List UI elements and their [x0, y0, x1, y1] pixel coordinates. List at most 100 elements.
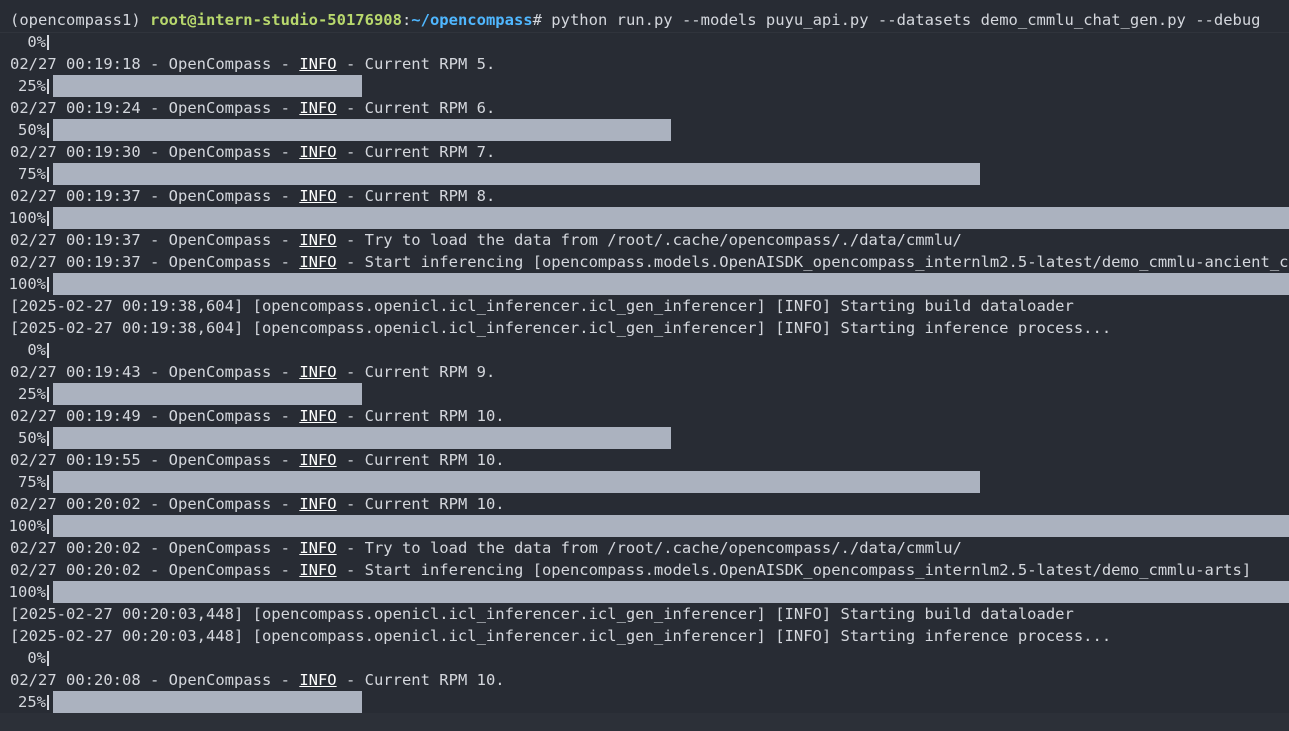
log-separator: -: [140, 253, 169, 271]
log-source: OpenCompass: [168, 363, 272, 381]
log-separator: -: [271, 363, 300, 381]
log-level: INFO: [299, 231, 337, 249]
log-line: 02/27 00:19:55 - OpenCompass - INFO - Cu…: [0, 449, 1289, 471]
progress-percent: 25%: [18, 693, 46, 711]
log-timestamp: 02/27 00:19:30: [10, 143, 141, 161]
log-level: INFO: [299, 671, 337, 689]
plain-output-line: [2025-02-27 00:20:03,448] [opencompass.o…: [0, 625, 1289, 647]
log-separator: -: [140, 407, 169, 425]
log-separator: -: [140, 187, 169, 205]
progress-bar-fill: [53, 471, 980, 493]
log-separator: -: [140, 561, 169, 579]
log-level: INFO: [299, 451, 337, 469]
log-separator: -: [336, 671, 365, 689]
log-separator: -: [271, 561, 300, 579]
log-level: INFO: [299, 253, 337, 271]
progress-line: 50%: [0, 119, 1289, 141]
log-line: 02/27 00:19:24 - OpenCompass - INFO - Cu…: [0, 97, 1289, 119]
log-source: OpenCompass: [168, 253, 272, 271]
log-separator: -: [140, 99, 169, 117]
log-separator: -: [271, 671, 300, 689]
progress-line: 100%: [0, 581, 1289, 603]
log-separator: -: [271, 495, 300, 513]
progress-bar: 25%: [0, 75, 1289, 97]
progress-line: 50%: [0, 427, 1289, 449]
log-separator: -: [140, 539, 169, 557]
progress-percent: 25%: [18, 77, 46, 95]
log-separator: -: [140, 451, 169, 469]
log-timestamp: 02/27 00:20:02: [10, 539, 141, 557]
log-source: OpenCompass: [168, 407, 272, 425]
progress-bar-fill: [53, 75, 362, 97]
log-separator: -: [336, 561, 365, 579]
progress-bar-fill: [53, 119, 671, 141]
progress-bar-fill: [53, 163, 980, 185]
progress-bar-start: [47, 35, 49, 50]
log-message: Current RPM 10.: [364, 671, 505, 689]
conda-env: (opencompass1): [10, 11, 150, 29]
log-separator: -: [336, 55, 365, 73]
output-text: [2025-02-27 00:20:03,448] [opencompass.o…: [10, 627, 1112, 645]
log-separator: -: [140, 143, 169, 161]
log-source: OpenCompass: [168, 187, 272, 205]
progress-bar-start: [47, 695, 49, 710]
log-source: OpenCompass: [168, 99, 272, 117]
log-message: Current RPM 10.: [364, 407, 505, 425]
progress-line: 25%: [0, 75, 1289, 97]
log-separator: -: [336, 539, 365, 557]
progress-bar: 0%: [0, 647, 1289, 669]
progress-percent: 0%: [27, 33, 46, 51]
progress-bar-start: [47, 343, 49, 358]
progress-bar-start: [47, 651, 49, 666]
progress-line: 25%: [0, 383, 1289, 405]
user-host: root@intern-studio-50176908: [149, 11, 402, 29]
progress-bar-fill: [53, 515, 1289, 537]
terminal-window[interactable]: (opencompass1) root@intern-studio-501769…: [0, 0, 1289, 731]
log-separator: -: [336, 187, 365, 205]
log-separator: -: [271, 407, 300, 425]
progress-line: 100%: [0, 273, 1289, 295]
progress-bar: 100%: [0, 581, 1289, 603]
progress-bar-start: [47, 277, 49, 292]
log-message: Current RPM 5.: [364, 55, 496, 73]
log-message: Current RPM 9.: [364, 363, 496, 381]
log-level: INFO: [299, 99, 337, 117]
progress-percent: 75%: [18, 473, 46, 491]
log-message: Current RPM 8.: [364, 187, 496, 205]
log-message: Start inferencing [opencompass.models.Op…: [364, 561, 1252, 579]
log-timestamp: 02/27 00:19:24: [10, 99, 141, 117]
progress-line: 75%: [0, 163, 1289, 185]
log-line: 02/27 00:19:30 - OpenCompass - INFO - Cu…: [0, 141, 1289, 163]
log-separator: -: [140, 363, 169, 381]
log-separator: -: [336, 363, 365, 381]
progress-bar-start: [47, 167, 49, 182]
log-separator: -: [336, 495, 365, 513]
progress-bar-start: [47, 211, 49, 226]
log-timestamp: 02/27 00:19:37: [10, 187, 141, 205]
progress-line: 100%: [0, 207, 1289, 229]
progress-bar: 75%: [0, 163, 1289, 185]
log-message: Try to load the data from /root/.cache/o…: [364, 231, 962, 249]
log-line: 02/27 00:19:37 - OpenCompass - INFO - Tr…: [0, 229, 1289, 251]
log-level: INFO: [299, 407, 337, 425]
command-text: python run.py --models puyu_api.py --dat…: [541, 11, 1261, 29]
log-source: OpenCompass: [168, 495, 272, 513]
progress-percent: 75%: [18, 165, 46, 183]
progress-line: 100%: [0, 515, 1289, 537]
log-source: OpenCompass: [168, 55, 272, 73]
log-line: 02/27 00:20:02 - OpenCompass - INFO - St…: [0, 559, 1289, 581]
progress-bar-start: [47, 585, 49, 600]
plain-output-line: [2025-02-27 00:19:38,604] [opencompass.o…: [0, 317, 1289, 339]
log-separator: -: [336, 407, 365, 425]
log-level: INFO: [299, 55, 337, 73]
log-timestamp: 02/27 00:19:37: [10, 253, 141, 271]
progress-bar: 25%: [0, 383, 1289, 405]
log-line: 02/27 00:19:37 - OpenCompass - INFO - Cu…: [0, 185, 1289, 207]
log-separator: -: [140, 495, 169, 513]
progress-bar-fill: [53, 383, 362, 405]
log-timestamp: 02/27 00:19:49: [10, 407, 141, 425]
progress-bar: 50%: [0, 427, 1289, 449]
prompt-symbol: #: [532, 11, 542, 29]
progress-percent: 100%: [8, 517, 46, 535]
progress-bar: 50%: [0, 119, 1289, 141]
